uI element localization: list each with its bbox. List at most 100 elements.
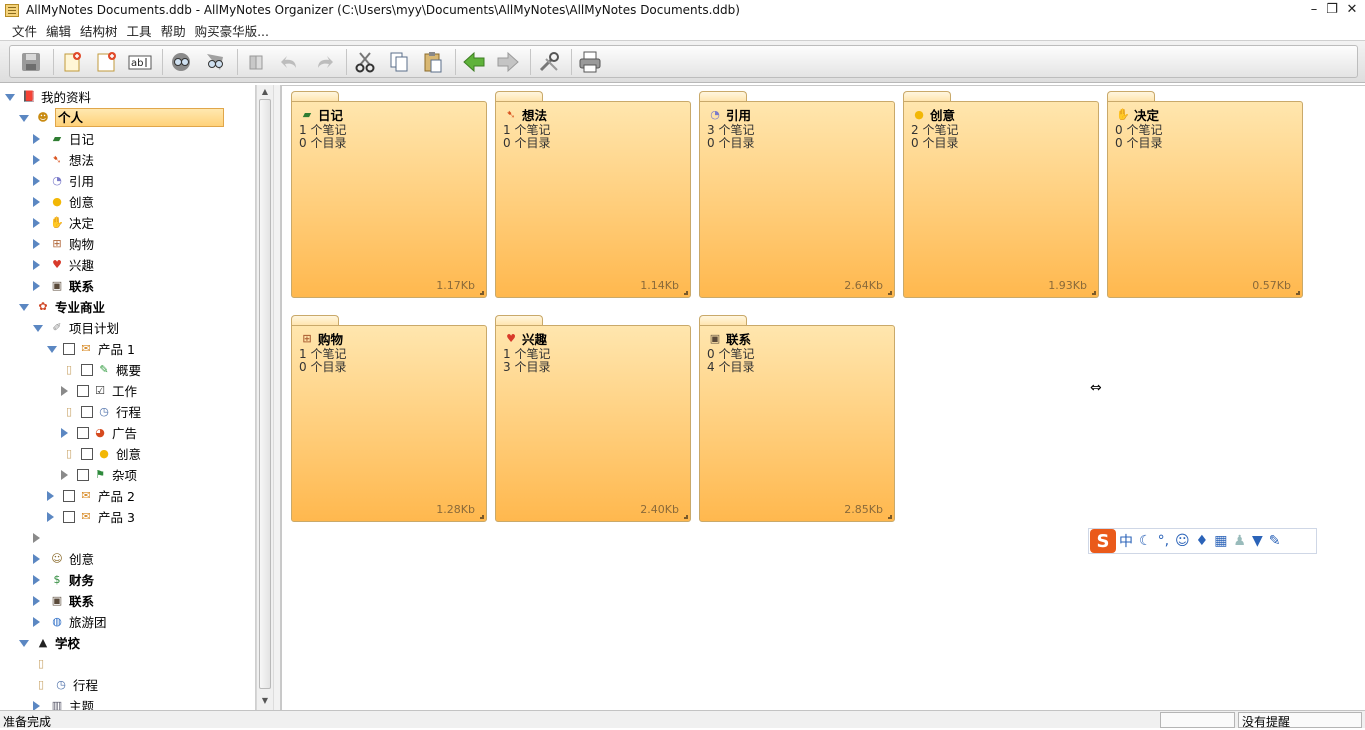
tree-node[interactable]: ▯ ✎ 概要 bbox=[61, 359, 141, 380]
menu-help[interactable]: 帮助 bbox=[161, 21, 186, 40]
expand-arrow-icon[interactable] bbox=[61, 427, 68, 438]
ime-mode-label[interactable]: 中 bbox=[1119, 531, 1133, 551]
panel-splitter[interactable] bbox=[273, 85, 281, 710]
collapse-arrow-icon[interactable] bbox=[47, 346, 57, 353]
expand-arrow-icon[interactable] bbox=[33, 553, 40, 564]
resize-grip-icon[interactable] bbox=[480, 515, 484, 519]
tree-node[interactable]: ▣ 联系 bbox=[33, 590, 94, 611]
page-icon[interactable]: ▯ bbox=[61, 446, 77, 462]
cut-button[interactable] bbox=[350, 48, 380, 76]
collapse-arrow-icon[interactable] bbox=[19, 640, 29, 647]
node-checkbox[interactable] bbox=[63, 489, 75, 502]
folder-card[interactable]: ➷ 想法 1 个笔记 0 个目录 1.14Kb bbox=[495, 91, 691, 298]
tree-node[interactable]: ▣ 联系 bbox=[33, 275, 94, 296]
microphone-icon[interactable]: ♦ bbox=[1196, 533, 1209, 549]
scroll-up-icon[interactable]: ▲ bbox=[259, 87, 271, 99]
expand-arrow-icon[interactable] bbox=[33, 154, 40, 165]
punctuation-icon[interactable]: °, bbox=[1158, 533, 1169, 549]
expand-arrow-icon[interactable] bbox=[33, 238, 40, 249]
tree-node[interactable]: ✉ 产品 1 bbox=[47, 338, 135, 359]
folder-card[interactable]: ⊞ 购物 1 个笔记 0 个目录 1.28Kb bbox=[291, 315, 487, 522]
tree-node[interactable]: ⚑ 杂项 bbox=[61, 464, 137, 485]
tree-node[interactable]: ✉ 产品 2 bbox=[47, 485, 135, 506]
search-button[interactable] bbox=[166, 48, 196, 76]
expand-arrow-icon[interactable] bbox=[47, 511, 54, 522]
print-button[interactable] bbox=[575, 48, 605, 76]
folder-card[interactable]: ◔ 引用 3 个笔记 0 个目录 2.64Kb bbox=[699, 91, 895, 298]
redo-button[interactable] bbox=[309, 48, 339, 76]
keyboard-icon[interactable]: ▦ bbox=[1214, 533, 1227, 549]
resize-grip-icon[interactable] bbox=[1296, 291, 1300, 295]
tree-node[interactable] bbox=[33, 527, 49, 548]
skin-icon[interactable]: ▼ bbox=[1252, 533, 1263, 549]
expand-arrow-icon[interactable] bbox=[33, 574, 40, 585]
tree-scrollbar[interactable]: ▲ ▼ bbox=[256, 85, 273, 710]
minimize-button[interactable]: – bbox=[1304, 2, 1324, 17]
resize-grip-icon[interactable] bbox=[684, 291, 688, 295]
tree-node[interactable]: ✐ 项目计划 bbox=[33, 317, 119, 338]
tree-node[interactable]: ● 创意 bbox=[33, 191, 94, 212]
expand-arrow-icon[interactable] bbox=[33, 700, 40, 710]
tree-node[interactable]: ☑ 工作 bbox=[61, 380, 137, 401]
new-note-button[interactable] bbox=[57, 48, 87, 76]
tree-node[interactable]: ➷ 想法 bbox=[33, 149, 94, 170]
tree-node[interactable]: ◍ 旅游团 bbox=[33, 611, 107, 632]
expand-arrow-icon[interactable] bbox=[47, 490, 54, 501]
tree-node[interactable]: ⊞ 购物 bbox=[33, 233, 94, 254]
tree-node[interactable]: ✿ 专业商业 bbox=[19, 296, 105, 317]
expand-arrow-icon[interactable] bbox=[61, 385, 68, 396]
folder-card[interactable]: ▣ 联系 0 个笔记 4 个目录 2.85Kb bbox=[699, 315, 895, 522]
node-checkbox[interactable] bbox=[81, 363, 93, 376]
tree-node[interactable]: ▥ 主题 bbox=[33, 695, 94, 710]
resize-grip-icon[interactable] bbox=[1092, 291, 1096, 295]
page-icon[interactable]: ▯ bbox=[61, 404, 77, 420]
tree-node[interactable]: ▲ 学校 bbox=[19, 632, 80, 653]
tree-node[interactable]: ☺ 创意 bbox=[33, 548, 94, 569]
save-button[interactable] bbox=[16, 48, 46, 76]
page-icon[interactable]: ▯ bbox=[33, 656, 49, 672]
resize-grip-icon[interactable] bbox=[888, 291, 892, 295]
expand-arrow-icon[interactable] bbox=[33, 217, 40, 228]
expand-arrow-icon[interactable] bbox=[33, 196, 40, 207]
resize-grip-icon[interactable] bbox=[888, 515, 892, 519]
page-icon[interactable]: ▯ bbox=[33, 677, 49, 693]
options-button[interactable] bbox=[534, 48, 564, 76]
tree-node[interactable]: ✋ 决定 bbox=[33, 212, 94, 233]
node-checkbox[interactable] bbox=[77, 426, 89, 439]
tree-node[interactable]: ✉ 产品 3 bbox=[47, 506, 135, 527]
tree-node[interactable]: ◔ 引用 bbox=[33, 170, 94, 191]
forward-button[interactable] bbox=[493, 48, 523, 76]
undo-button[interactable] bbox=[275, 48, 305, 76]
rename-button[interactable]: ab bbox=[125, 48, 155, 76]
node-checkbox[interactable] bbox=[81, 447, 93, 460]
collapse-arrow-icon[interactable] bbox=[19, 115, 29, 122]
expand-arrow-icon[interactable] bbox=[33, 175, 40, 186]
expand-arrow-icon[interactable] bbox=[61, 469, 68, 480]
tree-node[interactable]: ◕ 广告 bbox=[61, 422, 137, 443]
tree-node[interactable]: 📕 我的资料 bbox=[5, 86, 91, 107]
node-checkbox[interactable] bbox=[77, 468, 89, 481]
collapse-arrow-icon[interactable] bbox=[33, 325, 43, 332]
collapse-arrow-icon[interactable] bbox=[19, 304, 29, 311]
menu-edit[interactable]: 编辑 bbox=[46, 21, 71, 40]
scroll-down-icon[interactable]: ▼ bbox=[259, 696, 271, 708]
restore-button[interactable]: ❐ bbox=[1322, 2, 1342, 17]
scroll-thumb[interactable] bbox=[259, 99, 271, 689]
new-folder-button[interactable] bbox=[91, 48, 121, 76]
page-icon[interactable]: ▯ bbox=[61, 362, 77, 378]
menu-buy-deluxe[interactable]: 购买豪华版... bbox=[195, 21, 269, 40]
menu-tools[interactable]: 工具 bbox=[127, 21, 152, 40]
search-replace-button[interactable] bbox=[200, 48, 230, 76]
tree-node[interactable]: ▯ ◷ 行程 bbox=[33, 674, 98, 695]
expand-arrow-icon[interactable] bbox=[33, 133, 40, 144]
tree-node[interactable]: $ 财务 bbox=[33, 569, 94, 590]
paste-button[interactable] bbox=[418, 48, 448, 76]
node-checkbox[interactable] bbox=[77, 384, 89, 397]
folder-card[interactable]: ✋ 决定 0 个笔记 0 个目录 0.57Kb bbox=[1107, 91, 1303, 298]
expand-arrow-icon[interactable] bbox=[33, 259, 40, 270]
expand-arrow-icon[interactable] bbox=[33, 595, 40, 606]
node-checkbox[interactable] bbox=[63, 510, 75, 523]
tree-node[interactable]: ▰ 日记 bbox=[33, 128, 94, 149]
tree-node[interactable]: ☻ 个人 bbox=[19, 107, 225, 128]
copy-button[interactable] bbox=[384, 48, 414, 76]
